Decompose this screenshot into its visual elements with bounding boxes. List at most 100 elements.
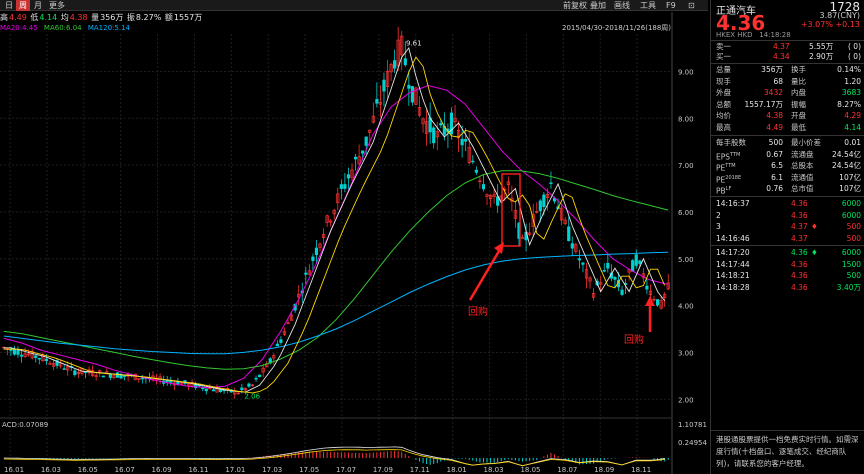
fundamental-label: 总股本 <box>791 161 814 170</box>
fundamental-value: 0.01 <box>844 138 861 147</box>
candle-body <box>211 389 216 392</box>
fundamental-value: 0.67 <box>766 149 783 159</box>
candle-body <box>620 289 624 295</box>
tick-time: 14:18:28 <box>716 282 750 292</box>
divider <box>711 135 864 136</box>
fundamental-label-suffix: LF <box>725 186 732 192</box>
quote-label: 内盘 <box>791 88 806 97</box>
prev-close: 3.87(CNY) <box>819 11 860 20</box>
tick-row: 14:16:46 4.37 500 <box>711 234 864 244</box>
arrow-1-shaft <box>468 245 504 301</box>
quote-value: 4.38 <box>766 111 783 120</box>
candle-body <box>432 127 436 144</box>
candle-body <box>606 262 610 269</box>
order-count: ( 0) <box>847 52 861 61</box>
candle-body <box>567 226 571 242</box>
candle-body <box>254 377 258 380</box>
quote-value: 4.29 <box>844 111 861 120</box>
tick-row: 14:17:44 4.36 1500 <box>711 260 864 270</box>
candle-body <box>19 354 24 357</box>
candle-body <box>353 156 358 160</box>
x-tick-label: 16.03 <box>41 466 61 474</box>
candle-body <box>645 285 649 290</box>
tick-time: 2 <box>716 210 721 220</box>
candle-body <box>343 184 347 189</box>
x-tick-label: 18.09 <box>594 466 614 474</box>
candle-body <box>577 258 581 261</box>
fundamental-row: PBLF 0.76 总市值 107亿 <box>711 184 864 196</box>
kline-chart[interactable]: 2.003.004.005.006.007.008.009.00 16.01 16… <box>0 0 708 474</box>
tick-volume: 6000 <box>841 210 861 220</box>
tick-row: 14:17:20 4.36 ♦ 6000 <box>711 248 864 258</box>
y-tick-label: 7.00 <box>678 162 694 170</box>
candle-body <box>481 184 486 190</box>
candle-body <box>407 84 411 89</box>
tick-time: 14:16:37 <box>716 199 750 208</box>
candle-body <box>122 375 127 377</box>
exchange-name: HKEX HKD <box>716 31 753 39</box>
candle-body <box>339 184 343 189</box>
candle-body <box>460 138 464 146</box>
candle-body <box>62 368 66 370</box>
tick-row: 14:18:21 4.36 500 <box>711 271 864 281</box>
quote-label: 总量 <box>716 65 731 74</box>
candle-body <box>549 182 553 184</box>
tick-volume: 1500 <box>841 259 861 269</box>
fundamental-label: 总市值 <box>791 184 814 193</box>
quote-label: 开盘 <box>791 111 806 120</box>
candle-body <box>602 270 606 272</box>
x-tick-label: 17.01 <box>225 466 245 474</box>
tick-time: 14:17:20 <box>716 248 750 257</box>
tick-volume: 500 <box>846 233 861 243</box>
candle-body <box>393 60 397 69</box>
order-volume: 2.90万 <box>809 52 834 61</box>
candle-body <box>37 357 41 360</box>
low-price-label: 2.06 <box>245 392 261 400</box>
candle-body <box>474 169 478 173</box>
fundamental-row: PETTM 6.5 总股本 24.54亿 <box>711 161 864 173</box>
fundamental-label-suffix: TTM <box>730 151 741 158</box>
order-count: ( 0) <box>847 42 861 51</box>
tick-volume: 500 <box>846 271 861 280</box>
macd-panel: ACD:0.07089 1.10781 0.24954 <box>2 421 707 467</box>
fundamental-label: 每手股数 <box>716 138 746 147</box>
candle-body <box>655 299 660 306</box>
candle-body <box>34 355 38 358</box>
x-tick-label: 16.09 <box>152 466 172 474</box>
hk-connect-notice: 港股通股票提供一档免费实时行情。如需深度行情(十档盘口、逐笔成交、经纪商队列)，… <box>716 435 859 468</box>
tick-price: 4.36 <box>791 259 808 269</box>
x-tick-label: 17.09 <box>373 466 393 474</box>
tick-row: 3 4.37 ♦ 500 <box>711 222 864 232</box>
divider <box>711 430 864 431</box>
y-tick-label: 6.00 <box>678 209 694 217</box>
candle-body <box>140 377 144 380</box>
candle-body <box>258 374 262 378</box>
quote-label: 均价 <box>716 111 731 120</box>
tick-time: 14:18:21 <box>716 271 750 280</box>
candle-body <box>439 123 443 126</box>
candle-body <box>634 254 638 266</box>
tick-time: 3 <box>716 222 721 231</box>
candle-body <box>169 381 173 383</box>
tick-price: 4.36 <box>791 271 808 280</box>
x-tick-label: 18.05 <box>520 466 540 474</box>
order-price: 4.34 <box>773 52 790 61</box>
y-tick-label: 3.00 <box>678 349 694 357</box>
quote-value: 4.14 <box>844 122 861 132</box>
candle-body <box>247 383 251 387</box>
x-tick-label: 16.05 <box>78 466 98 474</box>
fundamental-label-suffix: TTM <box>725 163 736 169</box>
x-tick-label: 17.03 <box>262 466 282 474</box>
buy-1-row: 买一 4.34 2.90万 ( 0) <box>711 52 864 62</box>
tick-volume: 6000 <box>841 248 861 257</box>
fundamental-label: 流通值 <box>791 172 814 182</box>
quote-value: 1.20 <box>844 76 861 86</box>
arrow-2-head <box>645 296 655 306</box>
quote-row: 总量 356万 换手 0.14% <box>711 65 864 75</box>
quote-label: 外盘 <box>716 88 731 97</box>
quote-label: 总额 <box>716 99 731 109</box>
x-tick-label: 18.11 <box>631 466 651 474</box>
x-tick-label: 17.07 <box>336 466 356 474</box>
candle-body <box>542 194 546 208</box>
candle-body <box>613 276 617 280</box>
